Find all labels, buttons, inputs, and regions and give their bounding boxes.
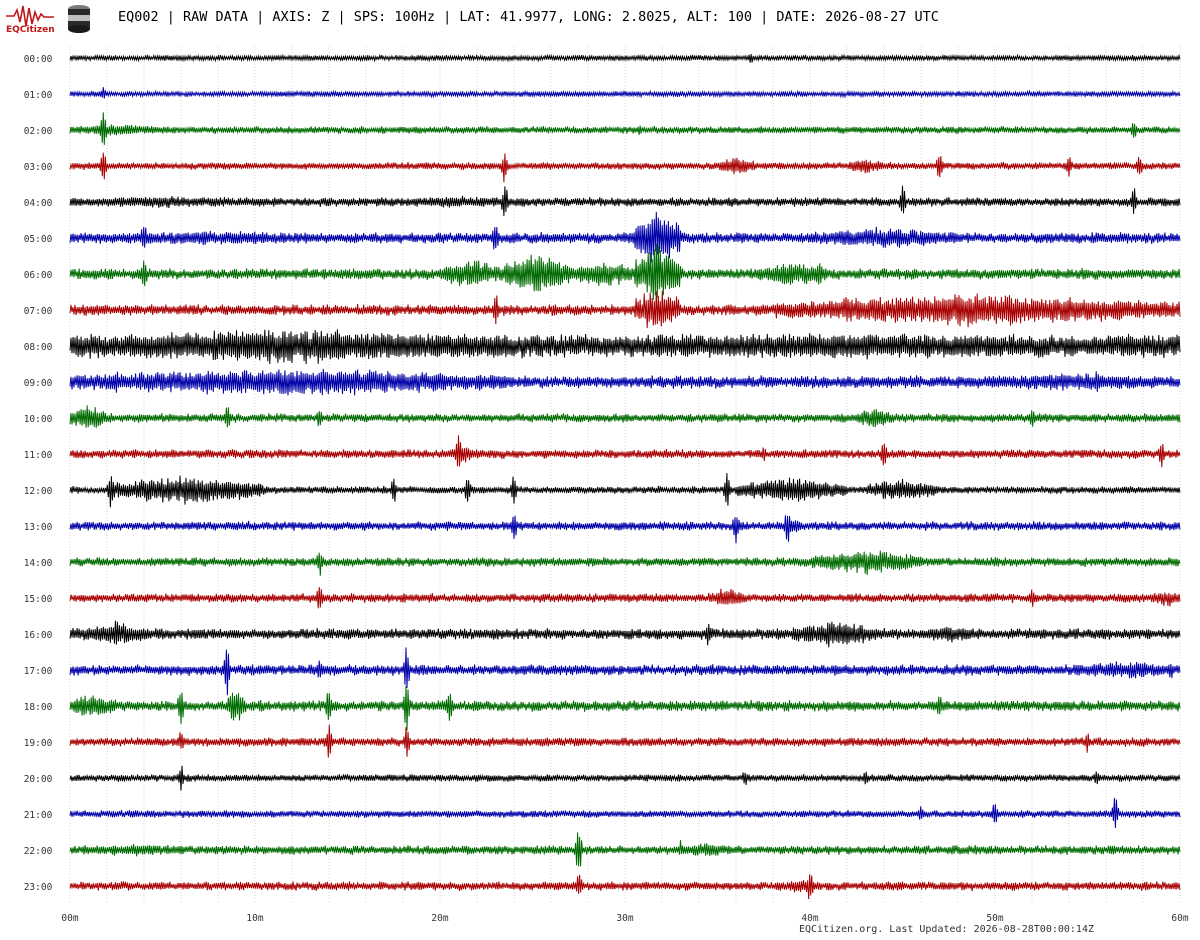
row-time-label: 21:00 — [24, 810, 53, 821]
trace-1500 — [69, 586, 1181, 609]
trace-1800 — [69, 685, 1181, 731]
row-time-label: 15:00 — [24, 594, 53, 605]
x-tick-label: 00m — [61, 913, 78, 924]
row-time-label: 20:00 — [24, 774, 53, 785]
row-time-label: 18:00 — [24, 702, 53, 713]
trace-1900 — [69, 724, 1181, 758]
trace-0200 — [69, 112, 1181, 145]
x-tick-label: 20m — [431, 913, 448, 924]
row-time-label: 01:00 — [24, 90, 53, 101]
x-tick-label: 60m — [1171, 913, 1188, 924]
row-time-label: 17:00 — [24, 666, 53, 677]
row-time-label: 23:00 — [24, 882, 53, 893]
row-time-label: 16:00 — [24, 630, 53, 641]
row-time-label: 06:00 — [24, 270, 53, 281]
row-time-label: 19:00 — [24, 738, 53, 749]
row-time-label: 14:00 — [24, 558, 53, 569]
x-tick-label: 30m — [616, 913, 633, 924]
row-time-label: 05:00 — [24, 234, 53, 245]
row-time-label: 09:00 — [24, 378, 53, 389]
row-time-label: 11:00 — [24, 450, 53, 461]
trace-0500 — [69, 211, 1181, 263]
row-time-label: 08:00 — [24, 342, 53, 353]
row-time-label: 10:00 — [24, 414, 53, 425]
row-time-label: 00:00 — [24, 54, 53, 65]
row-time-label: 03:00 — [24, 162, 53, 173]
x-tick-label: 40m — [801, 913, 818, 924]
row-time-label: 13:00 — [24, 522, 53, 533]
row-time-label: 07:00 — [24, 306, 53, 317]
row-time-label: 04:00 — [24, 198, 53, 209]
footer-last-updated: EQCitizen.org. Last Updated: 2026-08-28T… — [798, 924, 1094, 935]
trace-2200 — [69, 832, 1181, 867]
helicorder-plot: 00m 10m 20m 30m 40m 50m 60m 00:00 01:00 02:00 03:0… — [24, 46, 1189, 924]
x-tick-label: 10m — [246, 913, 263, 924]
x-tick-label: 50m — [986, 913, 1003, 924]
row-time-label: 22:00 — [24, 846, 53, 857]
row-time-label: 02:00 — [24, 126, 53, 137]
seismogram-page: EQCitizen EQ002 | RAW DATA | AXIS: Z | S… — [0, 0, 1200, 940]
row-time-label: 12:00 — [24, 486, 53, 497]
